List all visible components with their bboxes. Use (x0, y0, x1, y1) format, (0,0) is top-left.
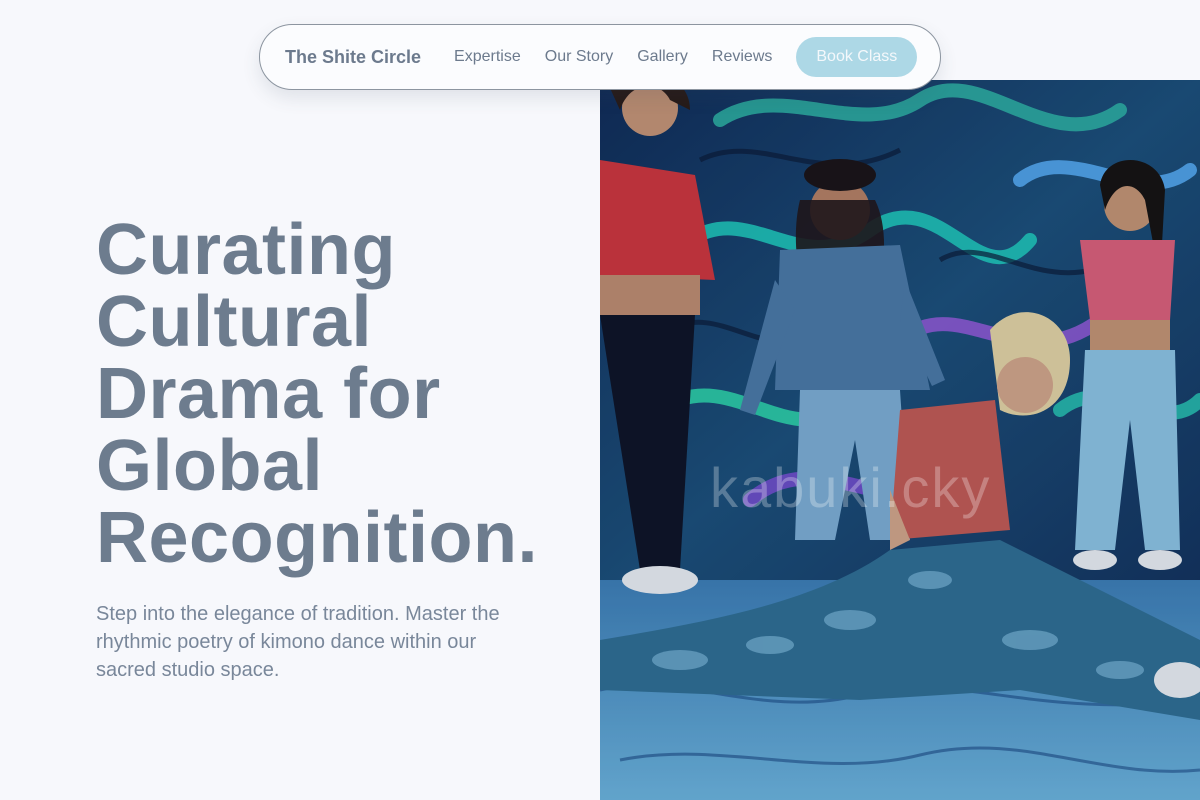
top-navigation: The Shite Circle Expertise Our Story Gal… (259, 24, 941, 90)
nav-link-reviews[interactable]: Reviews (712, 48, 772, 66)
hero-title-line: Curating (96, 210, 396, 290)
hero-subtitle: Step into the elegance of tradition. Mas… (96, 603, 500, 681)
nav-link-our-story[interactable]: Our Story (545, 48, 613, 66)
hero-title-line: Cultural (96, 282, 373, 362)
nav-link-expertise[interactable]: Expertise (454, 48, 521, 66)
nav-link-gallery[interactable]: Gallery (637, 48, 688, 66)
hero-photo-dancers: kabuki.cky (600, 80, 1200, 800)
hero-title: Curating Cultural Drama for Global Recog… (96, 214, 576, 574)
book-class-button[interactable]: Book Class (796, 37, 918, 77)
brand-logo-text[interactable]: The Shite Circle (285, 47, 421, 68)
image-watermark: kabuki.cky (710, 456, 992, 519)
hero-title-line: Recognition. (96, 498, 538, 578)
nav-links: Expertise Our Story Gallery Reviews (454, 48, 796, 66)
dancers-illustration (600, 80, 1200, 800)
hero-title-line: Drama for (96, 354, 441, 434)
hero-title-line: Global (96, 426, 324, 506)
